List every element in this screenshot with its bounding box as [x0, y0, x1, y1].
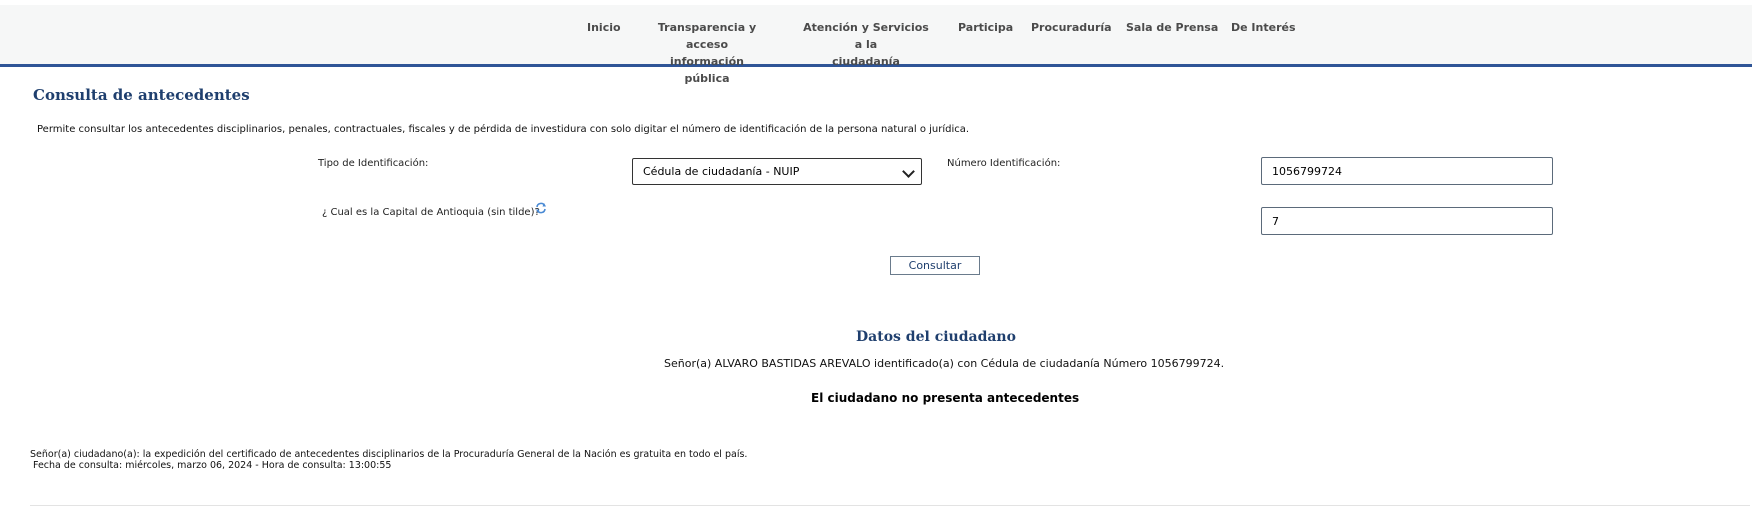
chevron-down-icon: [902, 165, 915, 178]
nav-item-label: De Interés: [1231, 21, 1296, 34]
tipo-identificacion-select[interactable]: Cédula de ciudadanía - NUIP: [632, 158, 922, 185]
page-title: Consulta de antecedentes: [33, 86, 250, 104]
antecedentes-result: El ciudadano no presenta antecedentes: [811, 391, 1080, 405]
nav-item-inicio[interactable]: Inicio: [587, 19, 621, 36]
top-navigation: Inicio Transparencia y acceso informació…: [0, 5, 1762, 85]
numero-identificacion-value: 1056799724: [1272, 165, 1342, 178]
datos-ciudadano-title: Datos del ciudadano: [856, 329, 1016, 345]
nav-item-label: Participa: [958, 21, 1014, 34]
nav-item-label-line2: ciudadanía: [832, 55, 900, 68]
footer-note: Señor(a) ciudadano(a): la expedición del…: [30, 449, 747, 471]
refresh-icon[interactable]: [535, 202, 547, 214]
captcha-answer-input[interactable]: 7: [1261, 207, 1553, 235]
nav-item-transparencia[interactable]: Transparencia y acceso información públi…: [647, 19, 767, 87]
intro-text: Permite consultar los antecedentes disci…: [37, 124, 970, 135]
citizen-identification-text: Señor(a) ALVARO BASTIDAS AREVALO identif…: [664, 357, 1225, 370]
nav-item-label-line2: información pública: [670, 55, 744, 85]
footer-note-line1: Señor(a) ciudadano(a): la expedición del…: [30, 449, 748, 460]
consulta-timestamp: Fecha de consulta: miércoles, marzo 06, …: [30, 460, 392, 471]
nav-item-de-interes[interactable]: De Interés: [1231, 19, 1296, 36]
scrollbar-track[interactable]: [1752, 5, 1762, 507]
captcha-question-label: ¿ Cual es la Capital de Antioquia (sin t…: [322, 207, 540, 218]
tipo-identificacion-label: Tipo de Identificación:: [318, 158, 429, 169]
divider: [30, 505, 1750, 506]
numero-identificacion-input[interactable]: 1056799724: [1261, 157, 1553, 185]
numero-identificacion-label: Número Identificación:: [947, 158, 1061, 169]
nav-item-label: Inicio: [587, 21, 621, 34]
nav-item-procuraduria[interactable]: Procuraduría: [1031, 19, 1112, 36]
nav-item-label: Atención y Servicios a la: [803, 21, 929, 51]
nav-item-participa[interactable]: Participa: [958, 19, 1013, 36]
captcha-answer-value: 7: [1272, 215, 1279, 228]
consultar-button[interactable]: Consultar: [890, 256, 980, 275]
nav-item-sala-de-prensa[interactable]: Sala de Prensa: [1126, 19, 1218, 36]
tipo-identificacion-value: Cédula de ciudadanía - NUIP: [643, 165, 800, 178]
nav-item-label: Procuraduría: [1031, 21, 1112, 34]
nav-item-atencion[interactable]: Atención y Servicios a la ciudadanía: [800, 19, 932, 70]
nav-item-label: Transparencia y acceso: [657, 21, 757, 51]
nav-item-label: Sala de Prensa: [1126, 21, 1219, 34]
